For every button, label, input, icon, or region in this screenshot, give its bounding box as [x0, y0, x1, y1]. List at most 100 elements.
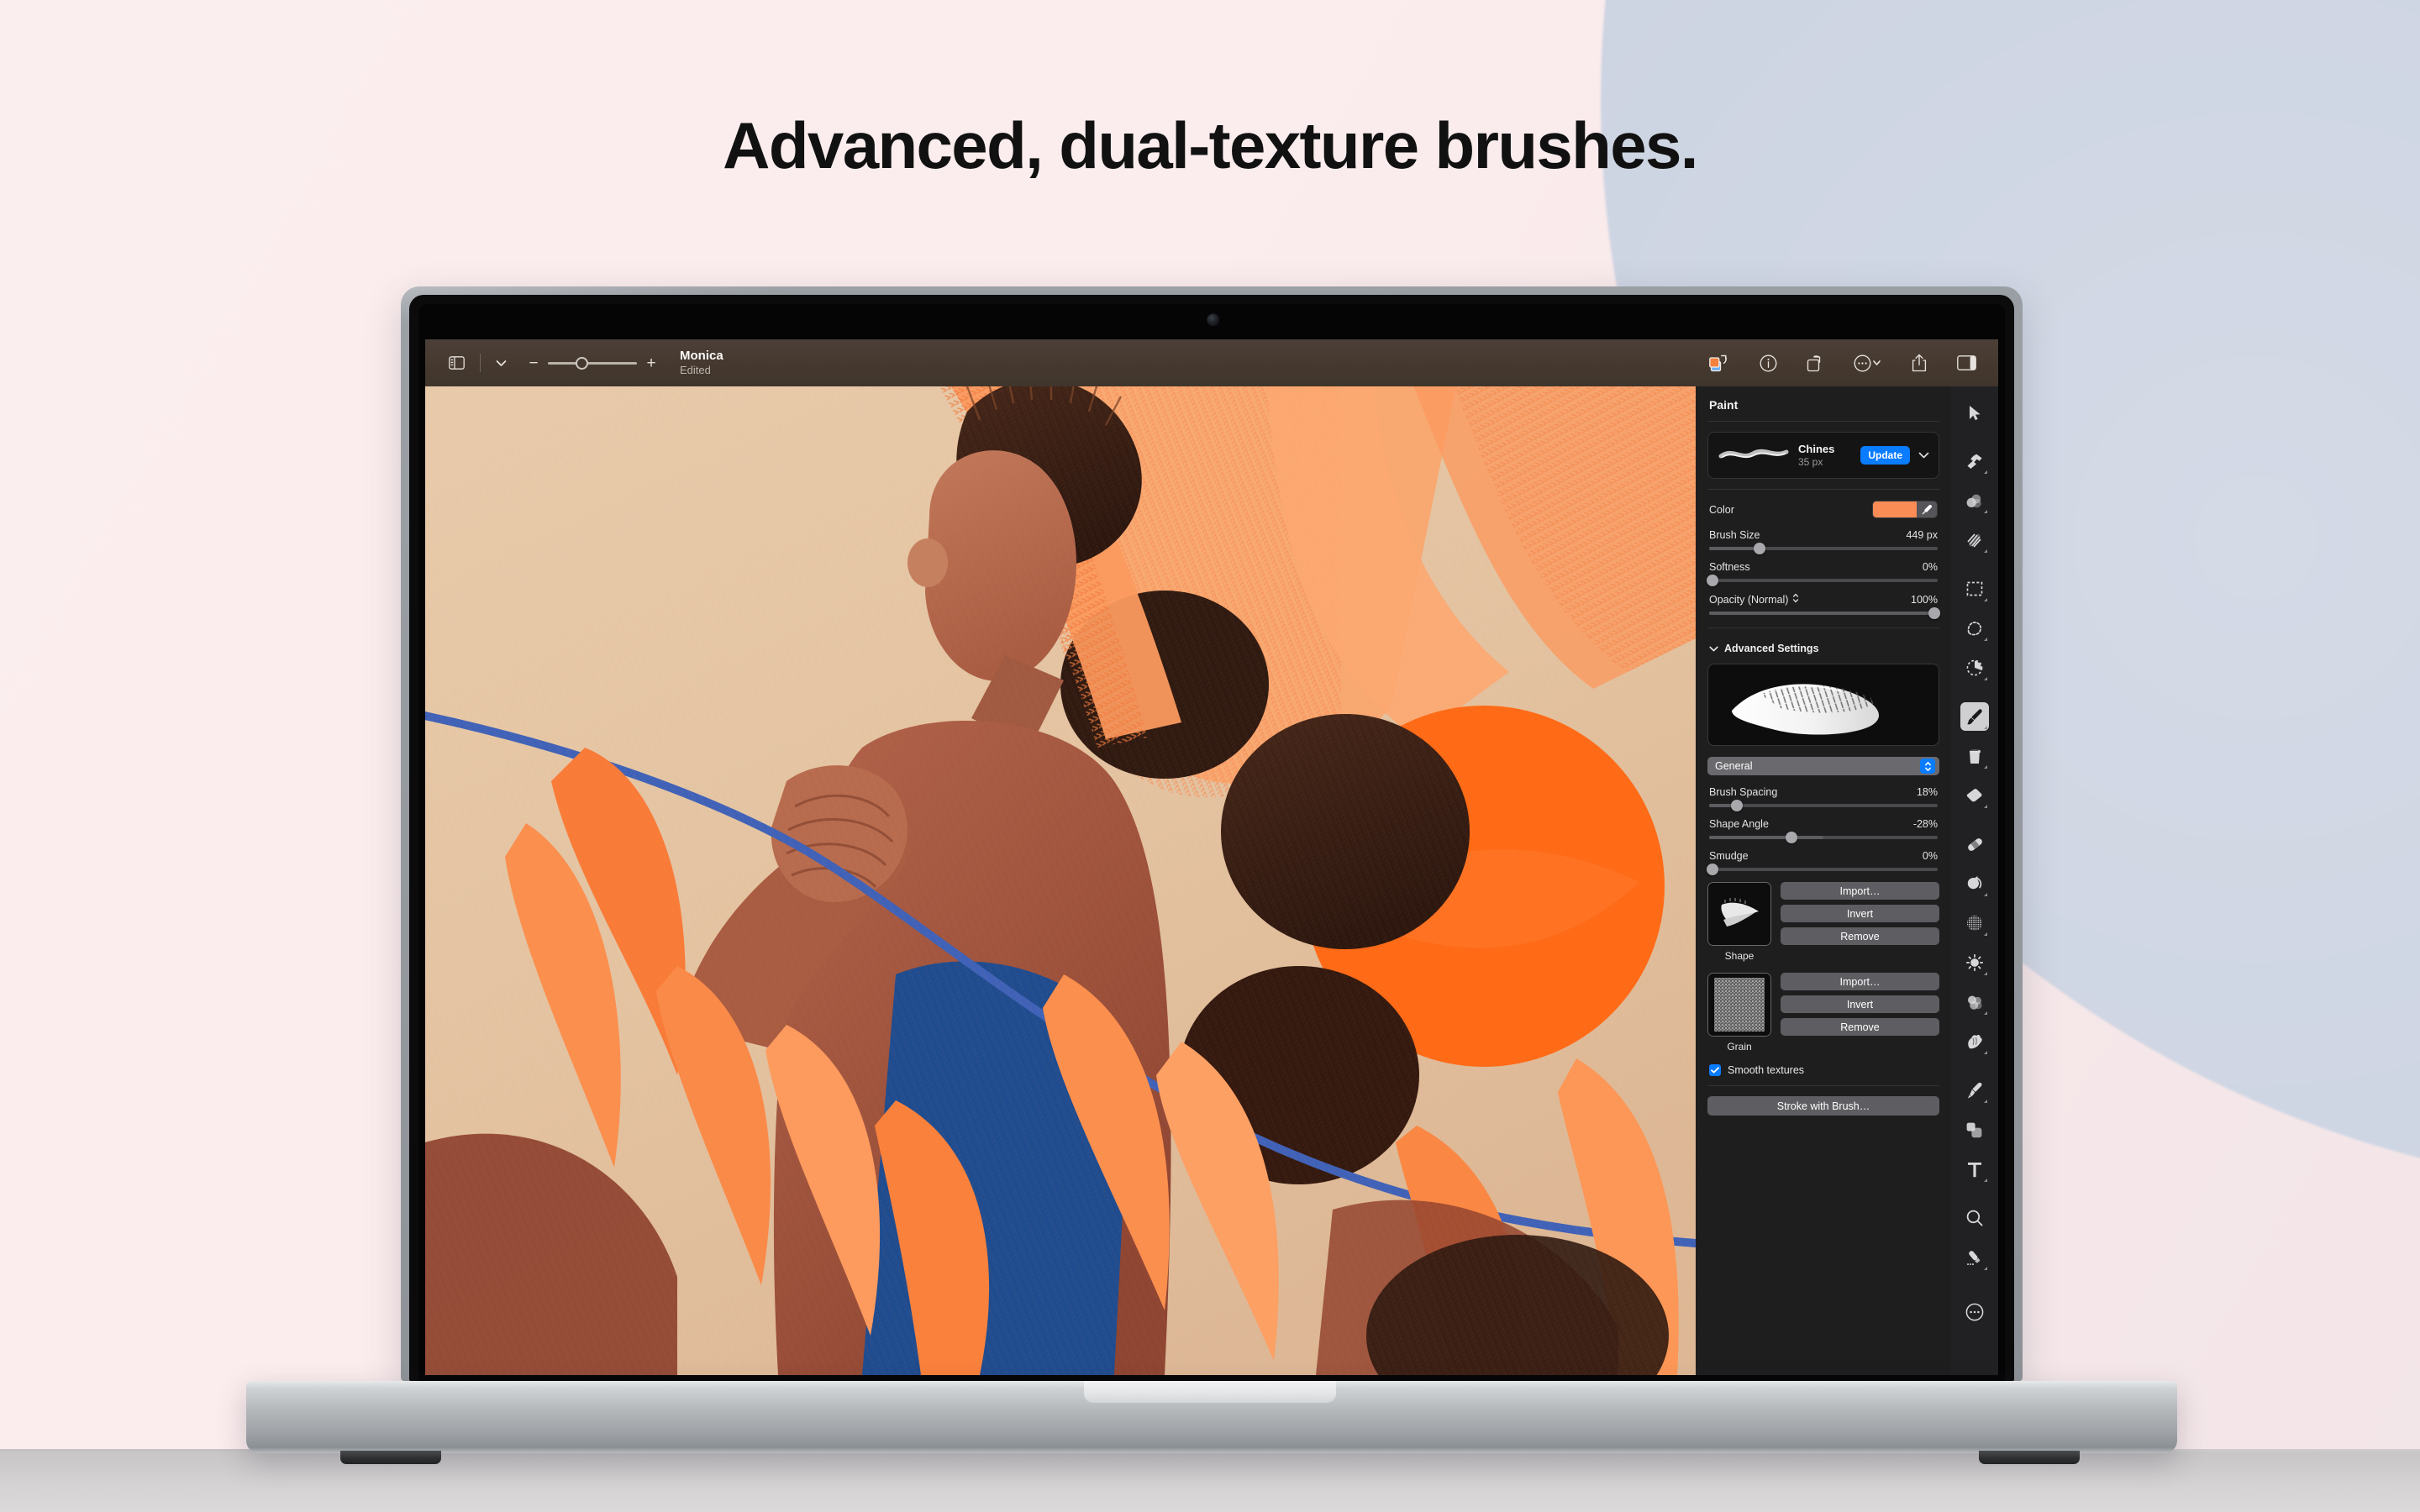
more-options-icon[interactable]	[1854, 354, 1881, 372]
pen-tool[interactable]	[1960, 1076, 1989, 1105]
smudge-slider[interactable]	[1707, 864, 1938, 875]
brush-spacing-slider[interactable]	[1709, 800, 1938, 811]
stroke-with-brush-button[interactable]: Stroke with Brush…	[1707, 1096, 1939, 1116]
shape-invert-button[interactable]: Invert	[1781, 905, 1939, 922]
brush-preview-thumbnail	[1707, 664, 1939, 746]
opacity-slider[interactable]	[1709, 607, 1940, 619]
toolbar-divider	[480, 354, 481, 372]
rectangle-select-tool[interactable]	[1960, 575, 1989, 603]
app-screen: − + Monica Edited Paint Chines 35 px Upd…	[425, 339, 1998, 1375]
macbook-mockup: − + Monica Edited Paint Chines 35 px Upd…	[0, 0, 2420, 1512]
gradient-tool[interactable]	[1960, 1243, 1989, 1272]
inspector-toggle-icon[interactable]	[1957, 355, 1976, 370]
smudge-slider-knob[interactable]	[1707, 864, 1718, 875]
zoom-out-label[interactable]: −	[529, 355, 539, 371]
grain-import-button[interactable]: Import…	[1781, 973, 1939, 990]
grain-invert-button[interactable]: Invert	[1781, 995, 1939, 1013]
chevron-down-icon[interactable]	[1709, 643, 1718, 654]
chevron-down-icon[interactable]	[492, 353, 510, 373]
brush-preset-card[interactable]: Chines 35 px Update	[1707, 432, 1939, 479]
repair-hammer-tool[interactable]	[1960, 447, 1989, 475]
zoom-in-label[interactable]: +	[646, 355, 656, 371]
shape-remove-button[interactable]: Remove	[1781, 927, 1939, 945]
paint-bucket-tool[interactable]	[1960, 742, 1989, 770]
quick-select-tool[interactable]	[1960, 654, 1989, 682]
shape-import-button[interactable]: Import…	[1781, 882, 1939, 900]
softness-slider-knob[interactable]	[1707, 575, 1718, 586]
color-control[interactable]	[1872, 501, 1938, 518]
document-title-block: Monica Edited	[680, 349, 723, 376]
panel-divider	[1707, 421, 1939, 422]
laptop-foot-right	[1979, 1451, 2080, 1464]
tool-rail	[1951, 386, 1998, 1375]
softness-slider[interactable]	[1707, 575, 1938, 586]
updown-stepper-icon[interactable]	[1920, 759, 1935, 774]
opacity-row: Opacity (Normal) 100%	[1696, 593, 1951, 606]
more-tools-button[interactable]	[1960, 1298, 1989, 1326]
chevron-down-icon[interactable]	[1918, 449, 1929, 461]
shape-texture-caption: Shape	[1724, 950, 1754, 962]
blur-tool[interactable]	[1960, 988, 1989, 1016]
smooth-textures-checkbox[interactable]	[1709, 1064, 1721, 1076]
eyedropper-icon[interactable]	[1917, 501, 1937, 517]
color-swatch[interactable]	[1873, 501, 1917, 517]
sidebar-panel-icon[interactable]	[444, 352, 469, 374]
category-value: General	[1715, 760, 1753, 772]
brush-size-row: Brush Size 449 px	[1696, 529, 1951, 541]
shapes-tool[interactable]	[1960, 1116, 1989, 1144]
grain-texture-caption: Grain	[1727, 1041, 1752, 1053]
arrow-select-tool[interactable]	[1960, 398, 1989, 427]
color-label: Color	[1709, 503, 1734, 516]
share-icon[interactable]	[1911, 354, 1928, 372]
dodge-tool[interactable]	[1960, 869, 1989, 898]
brush-stroke-thumbnail	[1718, 444, 1790, 468]
brush-spacing-value: 18%	[1916, 786, 1938, 798]
panel-divider-2	[1707, 489, 1939, 490]
brush-size-value: 449 px	[1906, 529, 1938, 541]
color-row: Color	[1696, 501, 1951, 518]
clone-tool[interactable]	[1960, 526, 1989, 554]
shape-texture-thumbnail[interactable]	[1707, 882, 1771, 946]
shape-angle-label: Shape Angle	[1709, 818, 1769, 830]
brush-settings-category-select[interactable]: General	[1707, 757, 1939, 775]
freehand-select-tool[interactable]	[1960, 614, 1989, 643]
updown-stepper-icon[interactable]	[1792, 593, 1799, 606]
bandage-repair-tool[interactable]	[1960, 830, 1989, 858]
shape-angle-slider-knob[interactable]	[1785, 832, 1797, 843]
grain-texture-thumbnail[interactable]	[1707, 973, 1771, 1037]
softness-row: Softness 0%	[1696, 561, 1951, 573]
smudge-row: Smudge 0%	[1696, 850, 1951, 862]
smudge-label: Smudge	[1709, 850, 1749, 862]
update-brush-button[interactable]: Update	[1860, 446, 1910, 465]
document-name: Monica	[680, 348, 723, 363]
document-state: Edited	[680, 363, 711, 376]
softness-value: 0%	[1922, 561, 1938, 573]
zoom-slider-knob[interactable]	[576, 356, 588, 370]
grain-remove-button[interactable]: Remove	[1781, 1018, 1939, 1036]
noise-tool[interactable]	[1960, 909, 1989, 937]
color-swap-icon[interactable]	[1709, 354, 1730, 373]
magnifier-tool[interactable]	[1960, 1204, 1989, 1232]
artwork-canvas[interactable]	[425, 386, 1696, 1375]
paint-brush-tool[interactable]	[1960, 702, 1989, 731]
rotate-icon[interactable]	[1807, 354, 1824, 372]
smooth-textures-row[interactable]: Smooth textures	[1709, 1064, 1938, 1076]
brush-spacing-slider-knob[interactable]	[1730, 800, 1743, 811]
eraser-tool[interactable]	[1960, 781, 1989, 810]
page-title: Advanced, dual-texture brushes.	[723, 108, 1698, 182]
zoom-slider[interactable]	[548, 356, 637, 370]
retouch-tool[interactable]	[1960, 486, 1989, 515]
brush-spacing-label: Brush Spacing	[1709, 786, 1778, 798]
grain-texture-block: Grain Import… Invert Remove	[1707, 973, 1939, 1053]
text-tool[interactable]	[1960, 1155, 1989, 1184]
shape-angle-slider[interactable]	[1709, 832, 1938, 843]
brush-size-slider[interactable]	[1709, 543, 1938, 554]
brush-size-slider-knob[interactable]	[1753, 543, 1765, 554]
brightness-tool[interactable]	[1960, 948, 1989, 977]
zoom-slider-group[interactable]: − +	[529, 355, 656, 371]
advanced-settings-header[interactable]: Advanced Settings	[1696, 643, 1951, 654]
opacity-slider-knob[interactable]	[1928, 607, 1940, 619]
info-circle-icon[interactable]	[1760, 354, 1777, 372]
webcam-icon	[1207, 314, 1218, 325]
smudge-tool[interactable]	[1960, 1027, 1989, 1056]
